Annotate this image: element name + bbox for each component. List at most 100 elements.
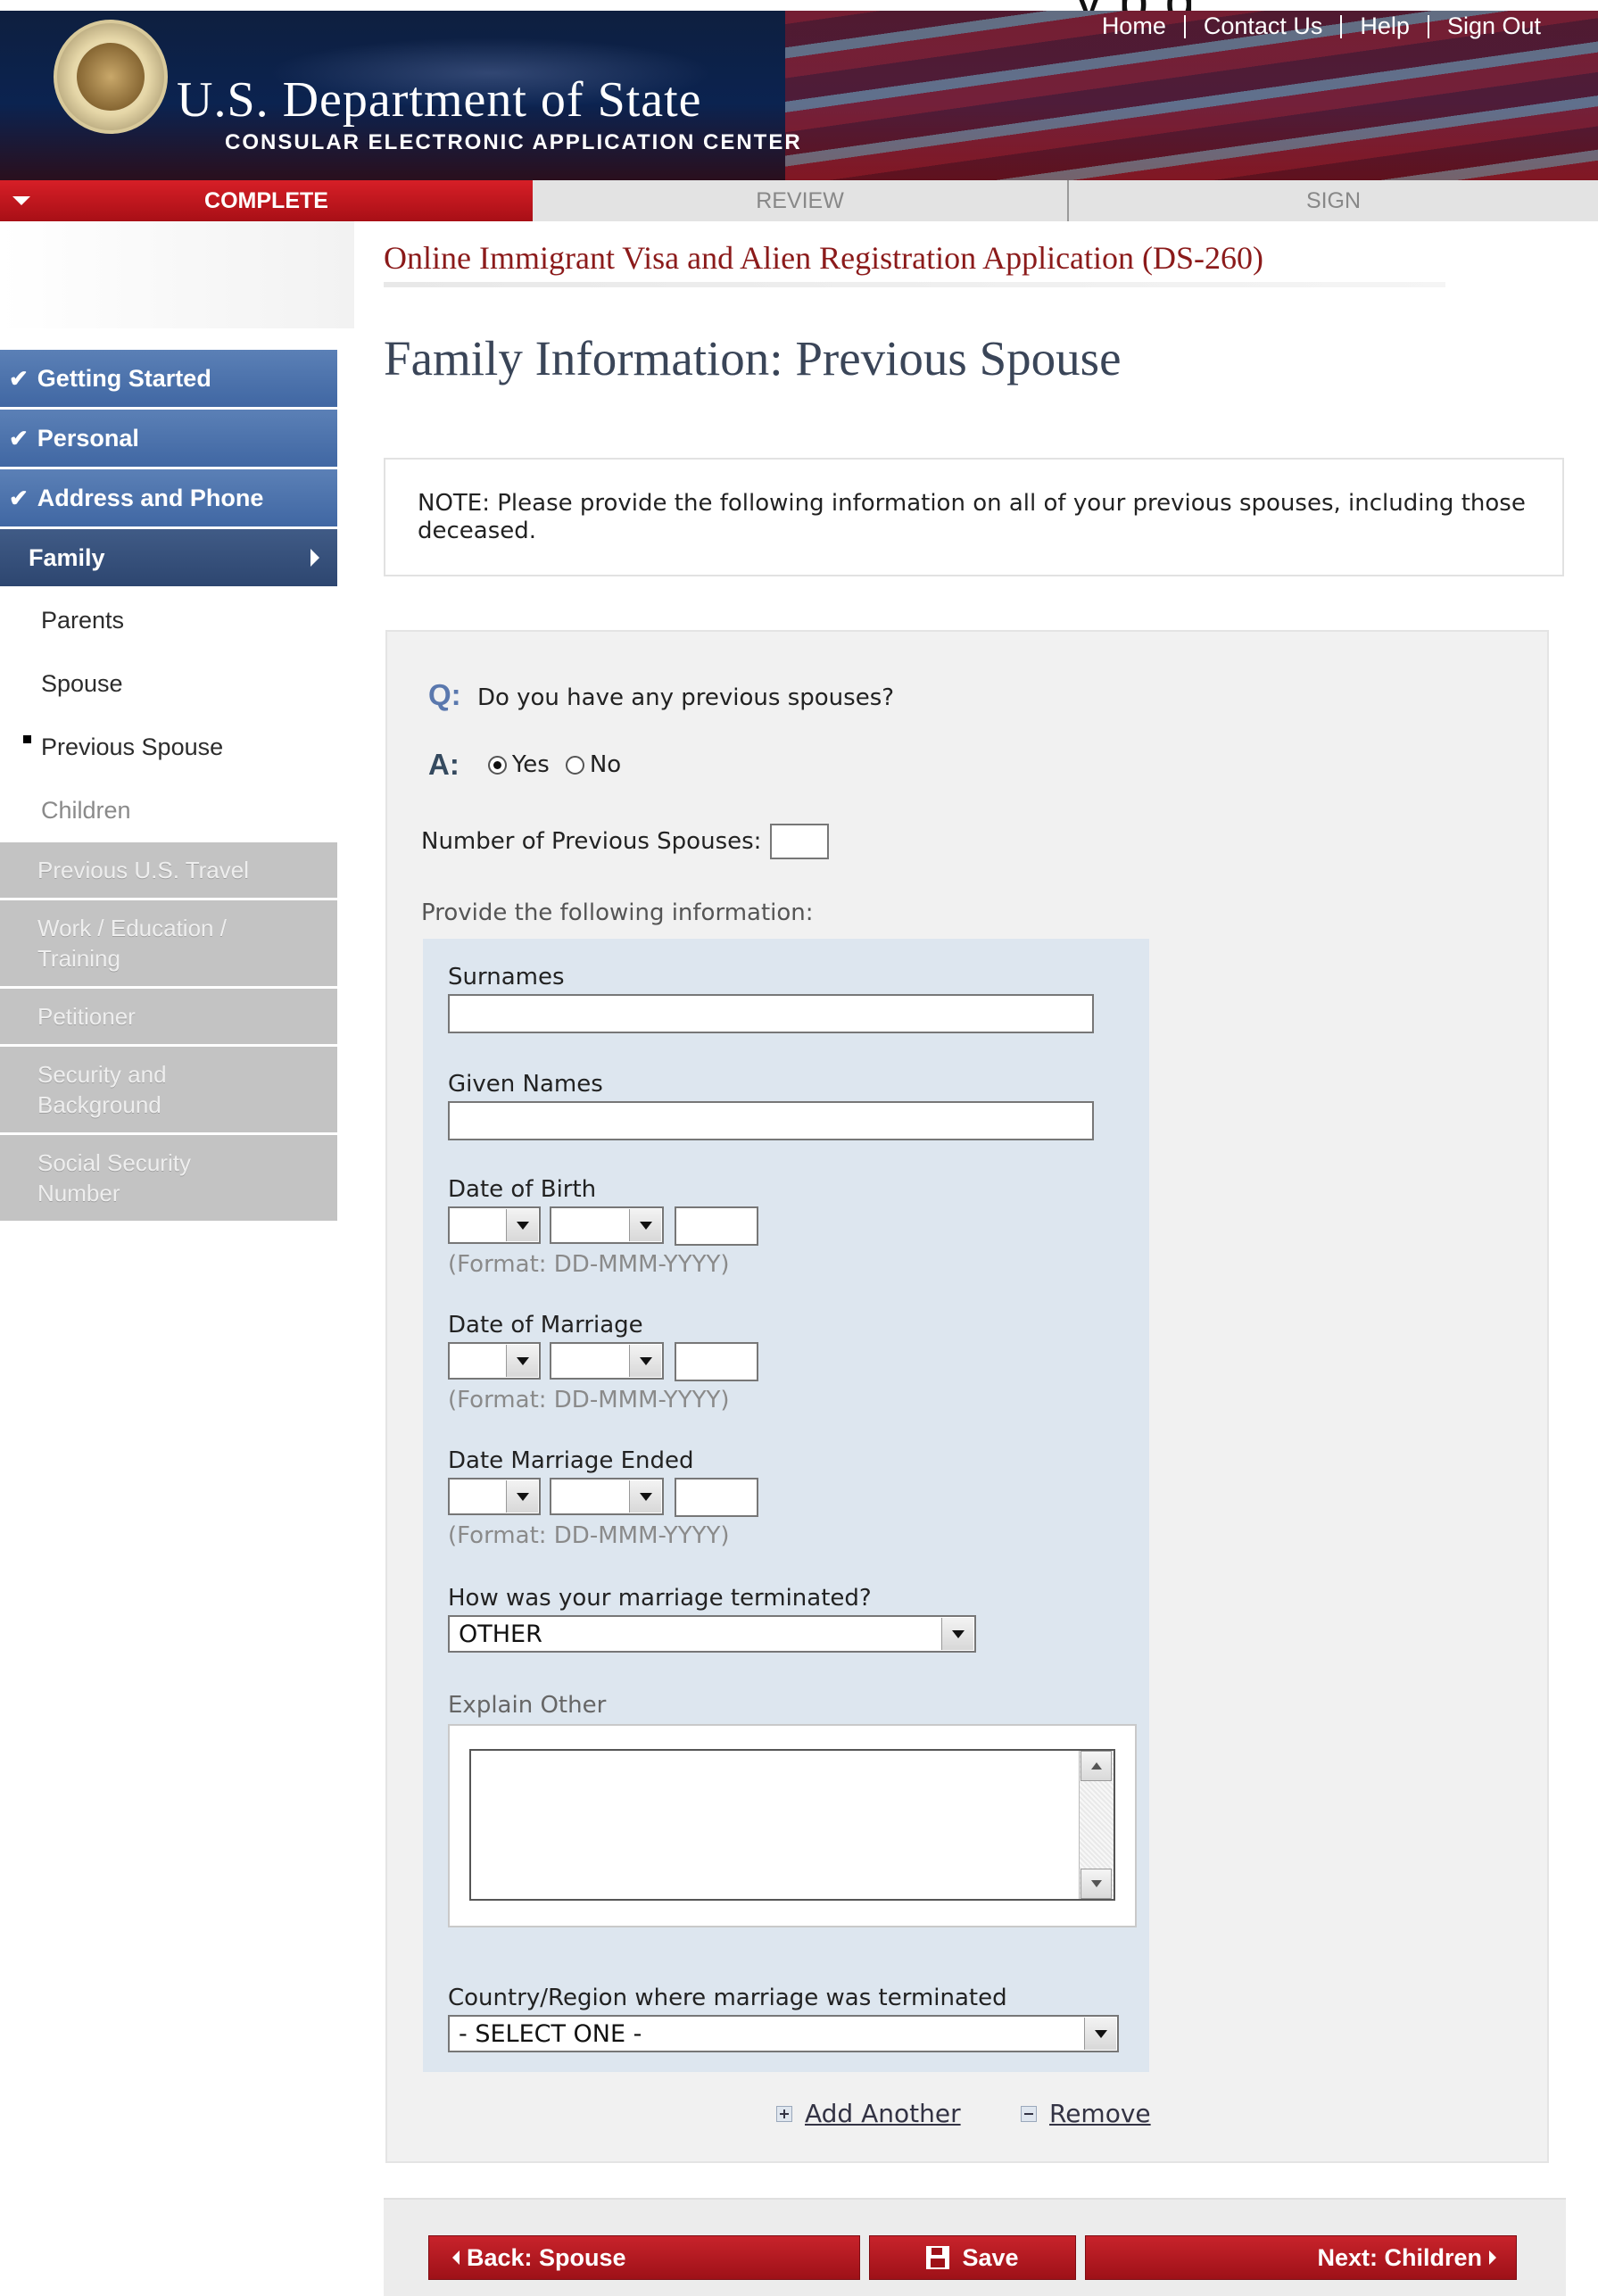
add-another-label: Add Another: [805, 2099, 961, 2128]
chevron-down-icon: [629, 1345, 661, 1377]
seal-eagle: [77, 43, 145, 111]
no-radio[interactable]: [565, 755, 584, 775]
sidebar-item-family[interactable]: Family: [0, 529, 337, 586]
given-names-input[interactable]: [448, 1101, 1094, 1140]
chevron-down-icon: [941, 1618, 973, 1650]
sidebar-subitem-previous-spouse[interactable]: Previous Spouse: [0, 716, 339, 779]
check-icon: ✔: [9, 424, 29, 452]
chevron-down-icon: [629, 1480, 661, 1513]
cropped-caption: y p g: [1075, 0, 1196, 11]
plus-bar: [783, 2109, 785, 2118]
dob-year-input[interactable]: [675, 1206, 758, 1246]
question-panel: Q: Do you have any previous spouses? A: …: [385, 630, 1549, 2163]
q-tag: Q:: [428, 678, 461, 711]
termination-value: OTHER: [459, 1620, 542, 1648]
scroll-up-icon[interactable]: [1081, 1751, 1112, 1781]
explain-other-textarea[interactable]: [469, 1749, 1115, 1901]
arrow-glyph: [1090, 1762, 1102, 1770]
home-link[interactable]: Home: [1084, 12, 1184, 40]
chevron-down-icon: [506, 1480, 538, 1513]
country-select[interactable]: - SELECT ONE -: [448, 2015, 1119, 2052]
sidebar-nav: ✔ Getting Started ✔ Personal ✔ Address and …: [0, 350, 339, 1223]
question-row: Q: Do you have any previous spouses?: [428, 678, 894, 712]
sidebar-item-label: Work / Education / Training: [37, 915, 227, 972]
chevron-down-icon: [1084, 2018, 1116, 2050]
sidebar-item-personal[interactable]: ✔ Personal: [0, 410, 337, 467]
answer-row: A: Yes No: [428, 748, 621, 782]
add-another-link[interactable]: Add Another: [776, 2099, 961, 2128]
sidebar-item-label: Social Security Number: [37, 1149, 191, 1206]
progress-steps: COMPLETE REVIEW SIGN: [0, 180, 1598, 221]
sidebar-subitem-children[interactable]: Children: [0, 779, 339, 842]
title-rule: [384, 282, 1445, 287]
dme-label: Date Marriage Ended: [448, 1447, 694, 1474]
chevron-right-icon: [1489, 2250, 1496, 2265]
yes-label[interactable]: Yes: [512, 751, 550, 778]
country-value: - SELECT ONE -: [459, 2019, 642, 2048]
bottom-button-bar: Back: Spouse Save Next: Children: [384, 2198, 1566, 2296]
remove-link[interactable]: Remove: [1021, 2099, 1151, 2128]
arrow-glyph: [639, 1492, 652, 1501]
page-title: Family Information: Previous Spouse: [384, 331, 1122, 385]
surnames-input[interactable]: [448, 994, 1094, 1033]
brand-subtitle: CONSULAR ELECTRONIC APPLICATION CENTER: [225, 130, 802, 154]
brand-title: U.S. Department of State: [177, 72, 702, 128]
yes-radio[interactable]: [487, 755, 507, 775]
next-button[interactable]: Next: Children: [1085, 2235, 1517, 2280]
help-link[interactable]: Help: [1342, 12, 1428, 40]
dob-day-select[interactable]: [448, 1206, 541, 1244]
chevron-down-icon: [12, 196, 30, 205]
step-review[interactable]: REVIEW: [533, 180, 1069, 221]
minus-icon: [1021, 2105, 1037, 2122]
chevron-down-icon: [629, 1209, 661, 1241]
explain-other-container: [448, 1724, 1137, 1927]
site-header: U.S. Department of State CONSULAR ELECTR…: [0, 11, 1598, 180]
chevron-left-icon: [452, 2250, 460, 2265]
dom-year-input[interactable]: [675, 1342, 758, 1381]
dom-day-select[interactable]: [448, 1342, 541, 1380]
save-label: Save: [962, 2243, 1019, 2271]
sidebar-item-work-education: Work / Education / Training: [0, 900, 337, 986]
step-complete[interactable]: COMPLETE: [0, 180, 533, 221]
chevron-right-icon: [310, 549, 319, 567]
dob-format-hint: (Format: DD-MMM-YYYY): [448, 1251, 730, 1278]
surnames-label: Surnames: [448, 964, 565, 991]
textarea-scrollbar[interactable]: [1079, 1751, 1114, 1899]
dme-month-select[interactable]: [550, 1478, 664, 1515]
question-text: Do you have any previous spouses?: [476, 684, 895, 711]
check-icon: ✔: [9, 484, 29, 511]
previous-spouse-count-input[interactable]: [770, 824, 830, 859]
spouse-entry-form: Surnames Given Names Date of Birth (Form…: [423, 939, 1149, 2072]
save-button[interactable]: Save: [869, 2235, 1076, 2280]
previous-spouse-count-row: Number of Previous Spouses:: [421, 824, 830, 859]
sidebar-item-getting-started[interactable]: ✔ Getting Started: [0, 350, 337, 407]
count-label: Number of Previous Spouses:: [421, 828, 762, 855]
radio-selected-dot: [493, 760, 501, 769]
no-label[interactable]: No: [590, 751, 621, 778]
arrow-glyph: [639, 1356, 652, 1365]
top-links: Home Contact Us Help Sign Out: [1084, 12, 1559, 40]
step-sign[interactable]: SIGN: [1069, 180, 1598, 221]
step-complete-label: COMPLETE: [204, 187, 328, 213]
sidebar-item-security-background: Security and Background: [0, 1047, 337, 1132]
arrow-glyph: [516, 1492, 529, 1501]
back-button[interactable]: Back: Spouse: [428, 2235, 860, 2280]
sign-out-link[interactable]: Sign Out: [1429, 12, 1559, 40]
sidebar-item-previous-us-travel: Previous U.S. Travel: [0, 842, 337, 898]
sidebar-subitem-spouse[interactable]: Spouse: [0, 652, 339, 716]
sidebar-item-label: Getting Started: [37, 364, 211, 392]
arrow-glyph: [639, 1221, 652, 1230]
dme-year-input[interactable]: [675, 1478, 758, 1517]
sidebar-item-address-and-phone[interactable]: ✔ Address and Phone: [0, 469, 337, 526]
sidebar-subitem-parents[interactable]: Parents: [0, 589, 339, 652]
dom-format-hint: (Format: DD-MMM-YYYY): [448, 1387, 730, 1413]
dom-month-select[interactable]: [550, 1342, 664, 1380]
dme-day-select[interactable]: [448, 1478, 541, 1515]
contact-us-link[interactable]: Contact Us: [1186, 12, 1341, 40]
sidebar-item-label: Security and Background: [37, 1061, 167, 1118]
app-title: Online Immigrant Visa and Alien Registra…: [384, 240, 1264, 276]
dob-month-select[interactable]: [550, 1206, 664, 1244]
dom-label: Date of Marriage: [448, 1312, 643, 1339]
termination-select[interactable]: OTHER: [448, 1615, 976, 1653]
scroll-down-icon[interactable]: [1081, 1869, 1112, 1899]
